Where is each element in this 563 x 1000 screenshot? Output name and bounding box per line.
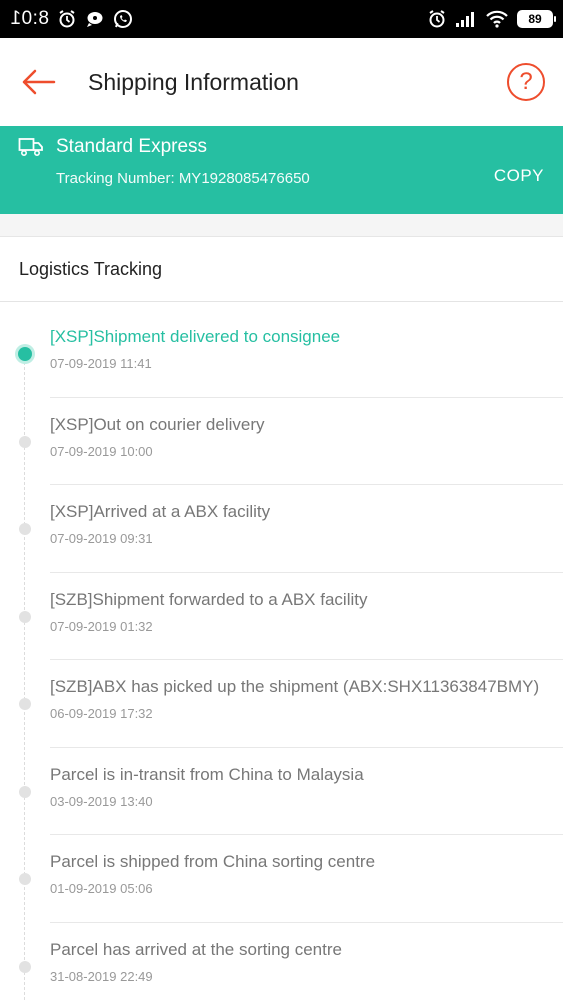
event-timestamp: 03-09-2019 13:40	[50, 793, 153, 809]
app-header: Shipping Information ?	[0, 38, 563, 126]
timeline-event: Parcel has arrived at the sorting centre…	[19, 923, 563, 1000]
timeline-dot	[19, 610, 31, 623]
whatsapp-icon	[113, 9, 133, 29]
event-description: [SZB]ABX has picked up the shipment (ABX…	[50, 677, 540, 696]
timeline-dot	[19, 698, 31, 710]
signal-icon	[455, 10, 477, 28]
event-description: [SZB]Shipment forwarded to a ABX facilit…	[50, 589, 368, 609]
event-description: [XSP]Shipment delivered to consignee	[50, 327, 341, 346]
logistics-title: Logistics Tracking	[19, 258, 163, 279]
wifi-icon	[485, 9, 509, 29]
shipping-method-row: Standard Express	[18, 136, 545, 158]
event-description: [XSP]Arrived at a ABX facility	[50, 502, 271, 521]
help-button[interactable]: ?	[507, 63, 545, 101]
timeline-dot	[19, 435, 31, 448]
event-description: [XSP]Out on courier delivery	[50, 414, 265, 434]
status-time: 8:01	[10, 8, 49, 29]
timeline-event: Parcel is in-transit from China to Malay…	[19, 748, 563, 835]
timeline-dot	[19, 785, 31, 798]
timeline-event: [SZB]ABX has picked up the shipment (ABX…	[19, 660, 563, 748]
page-title: Shipping Information	[88, 68, 299, 95]
truck-icon	[18, 138, 43, 157]
timeline-dot	[19, 523, 31, 535]
event-timestamp: 07-09-2019 01:32	[50, 618, 153, 634]
timeline-event: [XSP]Arrived at a ABX facility 07-09-2019…	[19, 485, 563, 573]
arrow-left-icon	[22, 69, 56, 95]
section-gap	[0, 214, 563, 237]
status-right: 89	[427, 9, 556, 29]
event-timestamp: 07-09-2019 11:41	[50, 356, 152, 371]
tracking-number: Tracking Number: MY1928085476650	[56, 170, 310, 187]
event-timestamp: 07-09-2019 10:00	[50, 443, 153, 459]
timeline-line	[24, 352, 25, 1000]
event-description: Parcel has arrived at the sorting centre	[50, 939, 342, 959]
shipping-card: Standard Express Tracking Number: MY1928…	[0, 126, 563, 214]
alarm-icon	[57, 9, 77, 29]
alarm-icon	[427, 9, 447, 29]
timeline-event: Parcel is shipped from China sorting cen…	[19, 835, 563, 923]
app-screen: 8:01 89 Shipping Information ? Standard …	[0, 0, 563, 1000]
logistics-section: Logistics Tracking [XSP]Shipment deliver…	[0, 237, 563, 1000]
timeline-dot	[19, 873, 31, 885]
status-left: 8:01	[10, 8, 133, 30]
timeline-event: [XSP]Shipment delivered to consignee 07-0…	[18, 310, 563, 398]
logistics-header: Logistics Tracking	[0, 237, 563, 302]
timeline-event: [SZB]Shipment forwarded to a ABX facilit…	[19, 573, 563, 660]
event-description: Parcel is shipped from China sorting cen…	[50, 852, 376, 871]
timeline-event: [XSP]Out on courier delivery 07-09-2019 1…	[19, 398, 563, 485]
event-timestamp: 01-09-2019 05:06	[50, 881, 153, 896]
timeline-dot	[19, 960, 31, 973]
back-button[interactable]	[18, 62, 58, 102]
chat-bubble-icon	[85, 9, 105, 29]
event-timestamp: 06-09-2019 17:32	[50, 706, 153, 721]
event-description: Parcel is in-transit from China to Malay…	[50, 764, 364, 784]
event-timestamp: 07-09-2019 09:31	[50, 531, 153, 546]
question-mark-icon: ?	[519, 68, 533, 95]
event-timestamp: 31-08-2019 22:49	[50, 968, 153, 984]
status-bar: 8:01 89	[0, 0, 563, 38]
battery-icon: 89	[517, 10, 556, 28]
copy-button[interactable]: COPY	[494, 166, 544, 186]
timeline-dot-active	[18, 347, 32, 361]
tracking-timeline: [XSP]Shipment delivered to consignee 07-0…	[0, 302, 563, 1000]
shipping-method: Standard Express	[56, 136, 208, 157]
